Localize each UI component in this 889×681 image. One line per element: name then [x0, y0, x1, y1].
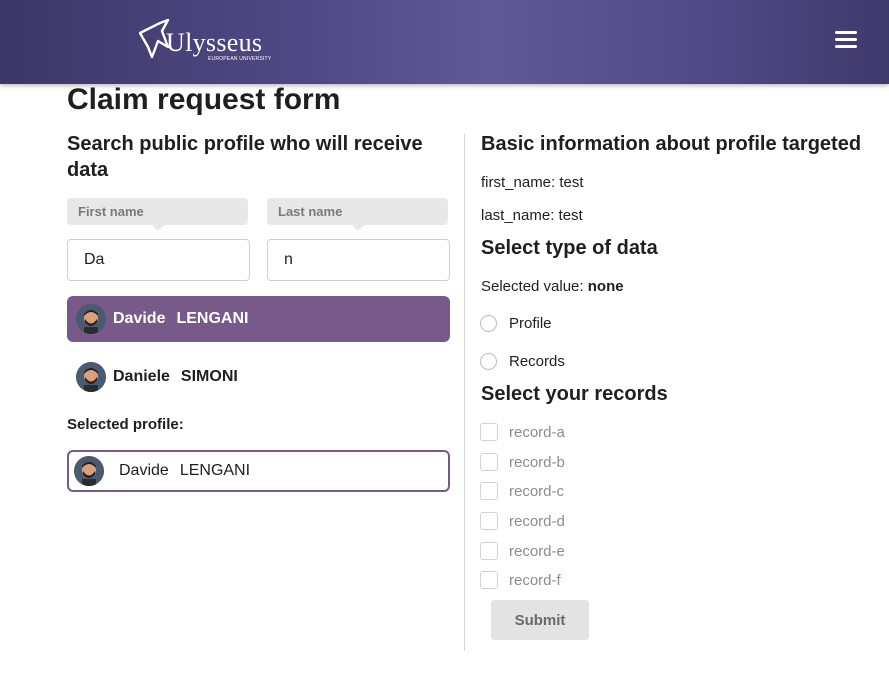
- radio-label: Records: [509, 353, 565, 370]
- record-checkbox-d[interactable]: record-d: [480, 512, 565, 530]
- radio-profile[interactable]: Profile: [480, 315, 552, 332]
- last-name-input[interactable]: [267, 239, 450, 281]
- search-result-daniele-simoni[interactable]: Daniele SIMONI: [67, 354, 450, 400]
- last-name-tooltip: Last name: [267, 198, 448, 231]
- avatar: [76, 304, 106, 334]
- checkbox-label: record-e: [509, 542, 565, 560]
- basic-info-heading: Basic information about profile targeted: [481, 133, 862, 155]
- radio-records[interactable]: Records: [480, 353, 565, 370]
- top-navigation-bar: Ulysseus EUROPEAN UNIVERSITY: [0, 0, 889, 84]
- record-checkbox-a[interactable]: record-a: [480, 423, 565, 441]
- hamburger-menu-button[interactable]: [835, 31, 857, 51]
- selected-value: none: [587, 278, 624, 295]
- selected-last-name: LENGANI: [179, 462, 251, 479]
- logo-wordmark: Ulysseus: [166, 28, 263, 57]
- checkbox-label: record-b: [509, 453, 565, 471]
- data-type-heading: Select type of data: [481, 237, 658, 259]
- hamburger-icon: [835, 31, 857, 34]
- record-checkbox-e[interactable]: record-e: [480, 542, 565, 560]
- first-name-tooltip: First name: [67, 198, 248, 231]
- checkbox[interactable]: [480, 453, 498, 471]
- checkbox[interactable]: [480, 482, 498, 500]
- checkbox-label: record-d: [509, 512, 565, 530]
- selected-profile-label: Selected profile:: [67, 416, 184, 433]
- radio-button[interactable]: [480, 353, 497, 370]
- radio-label: Profile: [509, 315, 552, 332]
- result-last-name: SIMONI: [180, 368, 238, 385]
- result-first-name: Davide: [113, 310, 166, 327]
- search-heading: Search public profile who will receive d…: [67, 133, 423, 181]
- result-first-name: Daniele: [113, 368, 170, 385]
- page-title: Claim request form: [67, 83, 341, 116]
- selected-profile-box[interactable]: Davide LENGANI: [67, 450, 450, 492]
- first-name-info: first_name: test: [481, 174, 584, 191]
- logo-subtitle: EUROPEAN UNIVERSITY: [208, 56, 272, 62]
- ulysseus-logo[interactable]: Ulysseus EUROPEAN UNIVERSITY: [138, 17, 278, 67]
- selected-value-text: Selected value: none: [481, 278, 624, 296]
- records-heading: Select your records: [481, 383, 668, 405]
- checkbox[interactable]: [480, 512, 498, 530]
- radio-button[interactable]: [480, 315, 497, 332]
- column-divider: [464, 134, 465, 651]
- checkbox-label: record-f: [509, 571, 561, 589]
- record-checkbox-f[interactable]: record-f: [480, 571, 561, 589]
- last-name-info: last_name: test: [481, 207, 583, 224]
- record-checkbox-c[interactable]: record-c: [480, 482, 564, 500]
- search-result-davide-lengani[interactable]: Davide LENGANI: [67, 296, 450, 342]
- selected-value-prefix: Selected value:: [481, 278, 588, 295]
- avatar: [74, 456, 104, 486]
- checkbox-label: record-c: [509, 482, 565, 500]
- checkbox-label: record-a: [509, 423, 565, 441]
- first-name-input[interactable]: [67, 239, 250, 281]
- avatar: [76, 362, 106, 392]
- record-checkbox-b[interactable]: record-b: [480, 453, 565, 471]
- selected-first-name: Davide: [119, 462, 169, 479]
- submit-button[interactable]: Submit: [491, 600, 589, 640]
- checkbox[interactable]: [480, 571, 498, 589]
- checkbox[interactable]: [480, 423, 498, 441]
- checkbox[interactable]: [480, 542, 498, 560]
- result-last-name: LENGANI: [176, 310, 249, 327]
